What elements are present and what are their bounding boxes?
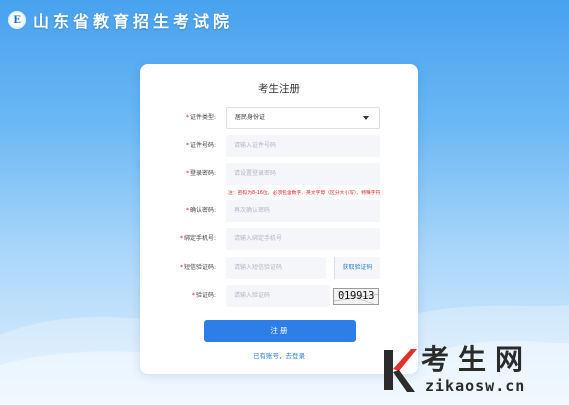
sms-code-label: *短信验证码: xyxy=(162,257,216,279)
login-link[interactable]: 已有账号，去登录 xyxy=(140,350,418,360)
sms-code-label-text: 短信验证码: xyxy=(183,264,216,271)
id-type-select[interactable]: 居民身份证 xyxy=(226,107,380,129)
captcha-input[interactable]: 请输入验证码 xyxy=(226,285,330,307)
required-mark: * xyxy=(185,170,189,177)
required-mark: * xyxy=(191,292,195,299)
confirm-password-label-text: 确认密码: xyxy=(189,207,216,214)
phone-label-text: 绑定手机号: xyxy=(183,235,216,242)
required-mark: * xyxy=(185,114,189,121)
password-input[interactable]: 请设置登录密码 xyxy=(226,163,380,185)
id-number-label: *证件号码: xyxy=(162,135,216,157)
row-id-number: *证件号码: 请输入证件号码 xyxy=(140,135,418,157)
confirm-password-label: *确认密码: xyxy=(162,200,216,222)
watermark-brand-en: zikaosw.cn xyxy=(425,377,526,395)
form-title: 考生注册 xyxy=(258,83,300,95)
phone-label: *绑定手机号: xyxy=(162,228,216,250)
watermark-brand-cn: 考生网 xyxy=(421,343,533,376)
row-confirm-password: *确认密码: 再次确认密码 xyxy=(140,200,418,222)
get-sms-code-button[interactable]: 获取验证码 xyxy=(334,257,380,279)
id-type-label: *证件类型: xyxy=(162,107,216,129)
captcha-label: *验证码: xyxy=(162,285,216,307)
id-number-input[interactable]: 请输入证件号码 xyxy=(226,135,380,157)
id-type-selected-value: 居民身份证 xyxy=(235,114,266,121)
required-mark: * xyxy=(185,207,189,214)
password-label-text: 登录密码: xyxy=(189,170,216,177)
site-logo-icon: E xyxy=(8,11,26,29)
site-header: E 山东省教育招生考试院 xyxy=(8,8,233,32)
row-sms-code: *短信验证码: 请输入短信验证码 获取验证码 xyxy=(140,257,418,279)
captcha-image[interactable]: 019913 xyxy=(333,288,379,305)
password-hint: 注：密码为8-16位，必须包含数字、英文字母（区分大小写）、特殊字符 xyxy=(228,191,381,196)
row-id-type: *证件类型: 居民身份证 xyxy=(140,107,418,129)
watermark: 考生网 zikaosw.cn xyxy=(381,345,561,397)
id-number-label-text: 证件号码: xyxy=(189,142,216,149)
row-phone: *绑定手机号: 请输入绑定手机号 xyxy=(140,228,418,250)
id-type-label-text: 证件类型: xyxy=(189,114,216,121)
watermark-k-logo-icon xyxy=(384,349,417,392)
row-password: *登录密码: 请设置登录密码 xyxy=(140,163,418,185)
register-card: 考生注册 *证件类型: 居民身份证 *证件号码: 请输入证件号码 *登录密码: … xyxy=(140,64,418,374)
confirm-password-input[interactable]: 再次确认密码 xyxy=(226,200,380,222)
required-mark: * xyxy=(179,264,183,271)
site-title: 山东省教育招生考试院 xyxy=(33,12,234,31)
row-captcha: *验证码: 请输入验证码 019913 xyxy=(140,285,418,307)
phone-input[interactable]: 请输入绑定手机号 xyxy=(226,228,380,250)
sms-code-input[interactable]: 请输入短信验证码 xyxy=(226,257,326,279)
required-mark: * xyxy=(179,235,183,242)
chevron-down-icon xyxy=(363,116,369,120)
register-button[interactable]: 注册 xyxy=(204,320,356,342)
captcha-label-text: 验证码: xyxy=(195,292,216,299)
password-label: *登录密码: xyxy=(162,163,216,185)
captcha-text: 019913 xyxy=(338,290,375,302)
required-mark: * xyxy=(185,142,189,149)
